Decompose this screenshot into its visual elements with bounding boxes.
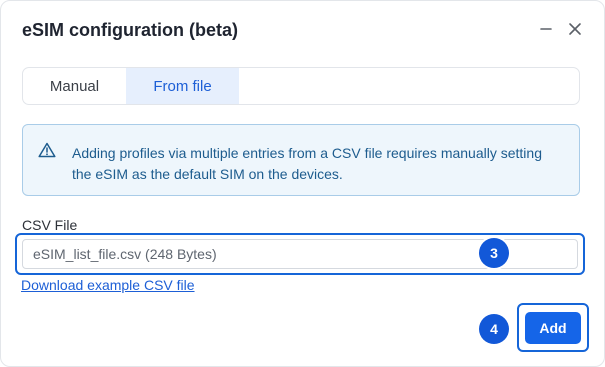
close-button[interactable] xyxy=(564,18,586,40)
tab-from-file[interactable]: From file xyxy=(126,68,239,104)
minimize-button[interactable] xyxy=(535,18,557,40)
step-marker-3: 3 xyxy=(479,238,509,268)
warning-triangle-icon xyxy=(38,142,56,163)
download-example-link[interactable]: Download example CSV file xyxy=(21,277,195,293)
info-alert: Adding profiles via multiple entries fro… xyxy=(22,124,580,196)
csv-file-value: eSIM_list_file.csv (248 Bytes) xyxy=(33,246,217,262)
mode-tabs: Manual From file xyxy=(22,67,580,105)
csv-file-label: CSV File xyxy=(22,217,78,233)
minus-icon xyxy=(540,28,552,30)
add-button[interactable]: Add xyxy=(525,312,581,344)
step-marker-4: 4 xyxy=(479,314,509,344)
close-icon xyxy=(569,23,581,35)
esim-config-dialog: eSIM configuration (beta) Manual From fi… xyxy=(0,0,605,367)
dialog-title: eSIM configuration (beta) xyxy=(22,20,238,40)
add-button-highlight: Add xyxy=(517,303,589,352)
alert-message: Adding profiles via multiple entries fro… xyxy=(72,145,542,182)
tab-manual[interactable]: Manual xyxy=(23,68,127,104)
